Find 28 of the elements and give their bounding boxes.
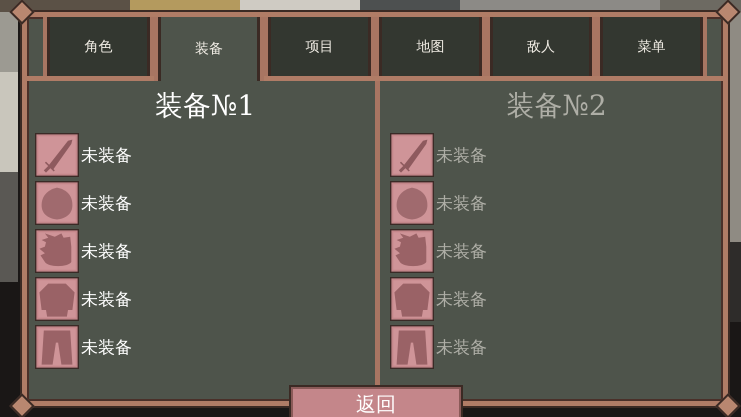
armor-slot-icon[interactable]	[390, 277, 434, 321]
tab[interactable]: 项目	[264, 17, 375, 76]
slot-label: 未装备	[436, 336, 487, 358]
sword-slot-icon[interactable]	[35, 133, 79, 177]
slot-label: 未装备	[81, 336, 132, 358]
slot-label: 未装备	[81, 144, 132, 166]
slot-label: 未装备	[81, 192, 132, 214]
hair-slot-icon[interactable]	[35, 229, 79, 273]
pants-slot-icon[interactable]	[35, 325, 79, 369]
helmet-slot-icon[interactable]	[35, 181, 79, 225]
tab[interactable]: 地图	[374, 17, 486, 76]
loadout-title: 装备№1	[154, 88, 256, 124]
slot-label: 未装备	[81, 240, 132, 262]
sword-slot-icon[interactable]	[390, 133, 434, 177]
tab[interactable]: 角色	[43, 17, 154, 76]
slot-label: 未装备	[81, 288, 132, 310]
tab[interactable]: 敌人	[486, 17, 596, 76]
helmet-slot-icon[interactable]	[390, 181, 434, 225]
tab[interactable]: 装备	[154, 17, 264, 81]
hair-slot-icon[interactable]	[390, 229, 434, 273]
slot-label: 未装备	[436, 240, 487, 262]
loadout-title: 装备№2	[506, 88, 607, 124]
slot-label: 未装备	[436, 288, 487, 310]
pants-slot-icon[interactable]	[390, 325, 434, 369]
armor-slot-icon[interactable]	[35, 277, 79, 321]
tab[interactable]: 菜单	[596, 17, 707, 76]
slot-label: 未装备	[436, 144, 487, 166]
slot-label: 未装备	[436, 192, 487, 214]
